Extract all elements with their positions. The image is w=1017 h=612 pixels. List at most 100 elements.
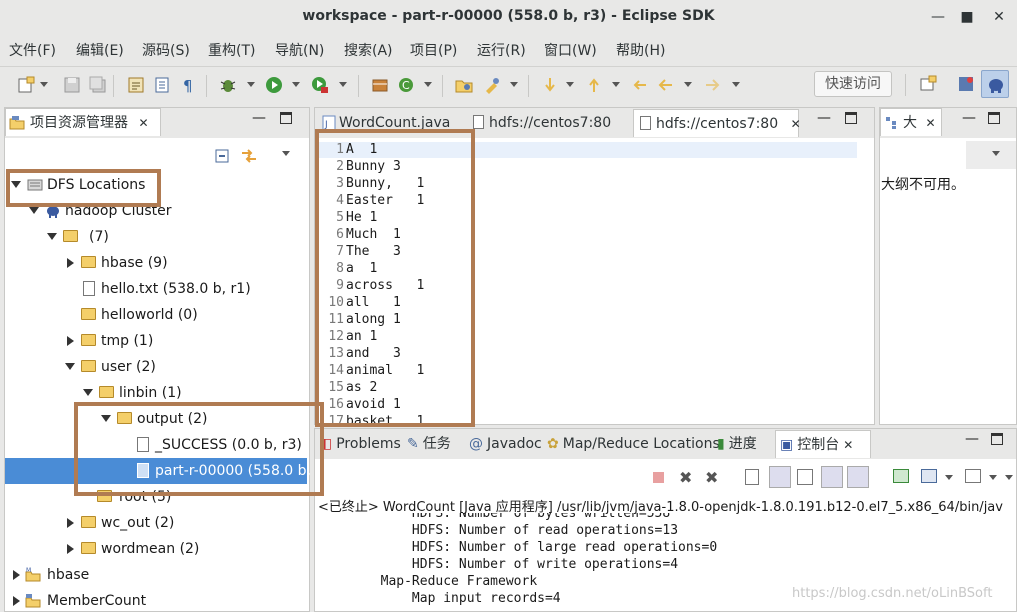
terminate-icon[interactable]: [653, 472, 664, 483]
maximize-view-icon[interactable]: [991, 433, 1003, 445]
collapse-icon[interactable]: [67, 258, 74, 268]
expand-icon[interactable]: [101, 415, 111, 422]
view-menu-icon[interactable]: [1005, 475, 1013, 480]
maximize-button[interactable]: ■: [956, 6, 978, 28]
open-type-icon[interactable]: [126, 75, 146, 95]
tab-console[interactable]: ▣ 控制台 ✕: [775, 430, 871, 458]
collapse-icon[interactable]: [67, 544, 74, 554]
menu-help[interactable]: 帮助(H): [616, 40, 665, 60]
word-wrap-icon[interactable]: [797, 469, 813, 485]
tree-item-output[interactable]: output (2): [5, 406, 305, 432]
collapse-all-icon[interactable]: [214, 148, 230, 164]
show-stdout-icon[interactable]: [821, 466, 843, 488]
tree-item-wordmean[interactable]: wordmean (2): [5, 536, 305, 562]
close-icon[interactable]: ✕: [791, 117, 801, 131]
open-folder-icon[interactable]: [454, 75, 474, 95]
clear-console-icon[interactable]: [745, 469, 759, 485]
menu-window[interactable]: 窗口(W): [544, 40, 597, 60]
tree-item-hbase-project[interactable]: M hbase: [5, 562, 305, 588]
forward-dropdown-icon[interactable]: [732, 82, 740, 87]
display-console-dropdown-icon[interactable]: [945, 475, 953, 480]
pin-console-icon[interactable]: [893, 469, 909, 483]
java-perspective-icon[interactable]: [956, 74, 976, 94]
tab-mapreduce-locations[interactable]: ✿ Map/Reduce Locations: [547, 430, 720, 458]
close-button[interactable]: ✕: [988, 6, 1010, 28]
tree-item-user[interactable]: user (2): [5, 354, 305, 380]
tree-item-helloworld[interactable]: helloworld (0): [5, 302, 305, 328]
collapse-icon[interactable]: [67, 518, 74, 528]
tree-item-hello-txt[interactable]: hello.txt (538.0 b, r1): [5, 276, 305, 302]
collapse-icon[interactable]: [67, 336, 74, 346]
save-icon[interactable]: [62, 75, 82, 95]
tree-item-wc-out[interactable]: wc_out (2): [5, 510, 305, 536]
debug-icon[interactable]: [218, 75, 238, 95]
close-icon[interactable]: ✕: [925, 116, 935, 130]
quick-access-input[interactable]: 快速访问: [814, 71, 892, 97]
new-dropdown-icon[interactable]: [40, 82, 48, 87]
link-editor-icon[interactable]: [240, 148, 258, 164]
tab-tasks[interactable]: ✎ 任务: [407, 430, 451, 458]
remove-all-icon[interactable]: ✖: [705, 468, 718, 487]
minimize-view-icon[interactable]: —: [965, 431, 979, 447]
menu-project[interactable]: 项目(P): [410, 40, 457, 60]
search-dropdown-icon[interactable]: [510, 82, 518, 87]
debug-dropdown-icon[interactable]: [247, 82, 255, 87]
forward-icon[interactable]: [702, 75, 722, 95]
prev-annotation-icon[interactable]: [584, 75, 604, 95]
save-all-icon[interactable]: [88, 75, 108, 95]
tab-javadoc[interactable]: @ Javadoc: [469, 430, 542, 458]
menu-navigate[interactable]: 导航(N): [275, 40, 324, 60]
tree-item-hbase-folder[interactable]: hbase (9): [5, 250, 305, 276]
menu-run[interactable]: 运行(R): [477, 40, 526, 60]
menu-search[interactable]: 搜索(A): [344, 40, 393, 60]
expand-icon[interactable]: [47, 233, 57, 240]
minimize-view-icon[interactable]: —: [962, 110, 976, 126]
menu-file[interactable]: 文件(F): [9, 40, 56, 60]
open-console-icon[interactable]: [965, 469, 981, 483]
last-edit-icon[interactable]: [630, 75, 650, 95]
search-icon[interactable]: [482, 75, 502, 95]
open-perspective-icon[interactable]: [918, 74, 938, 94]
tree-item-part-r-00000[interactable]: part-r-00000 (558.0 b, r: [5, 458, 321, 484]
tab-hdfs-2[interactable]: hdfs://centos7:80 ✕: [633, 109, 801, 137]
remove-launch-icon[interactable]: ✖: [679, 468, 692, 487]
expand-icon[interactable]: [29, 207, 39, 214]
next-annotation-dropdown-icon[interactable]: [566, 82, 574, 87]
open-console-dropdown-icon[interactable]: [989, 475, 997, 480]
display-console-icon[interactable]: [921, 469, 937, 483]
coverage-dropdown-icon[interactable]: [339, 82, 347, 87]
show-stderr-icon[interactable]: [847, 466, 869, 488]
prev-annotation-dropdown-icon[interactable]: [612, 82, 620, 87]
collapse-icon[interactable]: [13, 570, 20, 580]
close-icon[interactable]: ✕: [843, 438, 853, 452]
run-coverage-icon[interactable]: [310, 75, 330, 95]
new-class-dropdown-icon[interactable]: [424, 82, 432, 87]
tree-item-hadoop-cluster[interactable]: hadoop Cluster: [5, 198, 305, 224]
tree-item-tmp[interactable]: tmp (1): [5, 328, 305, 354]
tree-item-linbin[interactable]: linbin (1): [5, 380, 305, 406]
view-menu-icon[interactable]: [282, 151, 290, 156]
open-task-icon[interactable]: [152, 75, 172, 95]
tree-item-success[interactable]: _SUCCESS (0.0 b, r3): [5, 432, 305, 458]
maximize-view-icon[interactable]: [988, 112, 1000, 124]
collapse-icon[interactable]: [13, 596, 20, 606]
new-icon[interactable]: [16, 75, 36, 95]
back-dropdown-icon[interactable]: [684, 82, 692, 87]
expand-icon[interactable]: [83, 389, 93, 396]
new-class-icon[interactable]: C: [396, 75, 416, 95]
minimize-button[interactable]: —: [927, 6, 949, 28]
menu-refactor[interactable]: 重构(T): [208, 40, 255, 60]
minimize-view-icon[interactable]: —: [252, 110, 266, 126]
close-icon[interactable]: ✕: [138, 116, 148, 130]
tree-item-membercount[interactable]: MemberCount: [5, 588, 305, 610]
tab-wordcount-java[interactable]: J WordCount.java: [319, 109, 469, 137]
expand-icon[interactable]: [11, 181, 21, 188]
menu-source[interactable]: 源码(S): [142, 40, 190, 60]
editor-text-area[interactable]: 1A 1 2 Bunny 3 3 Bunny, 1 4 Easter 1 5 He 1 6 Much…: [316, 141, 856, 423]
maximize-view-icon[interactable]: [280, 112, 292, 124]
tree-item-dfs-locations[interactable]: DFS Locations: [5, 172, 305, 198]
menu-edit[interactable]: 编辑(E): [76, 40, 124, 60]
minimize-view-icon[interactable]: —: [817, 110, 831, 126]
pilcrow-icon[interactable]: ¶: [178, 75, 198, 95]
next-annotation-icon[interactable]: [540, 75, 560, 95]
